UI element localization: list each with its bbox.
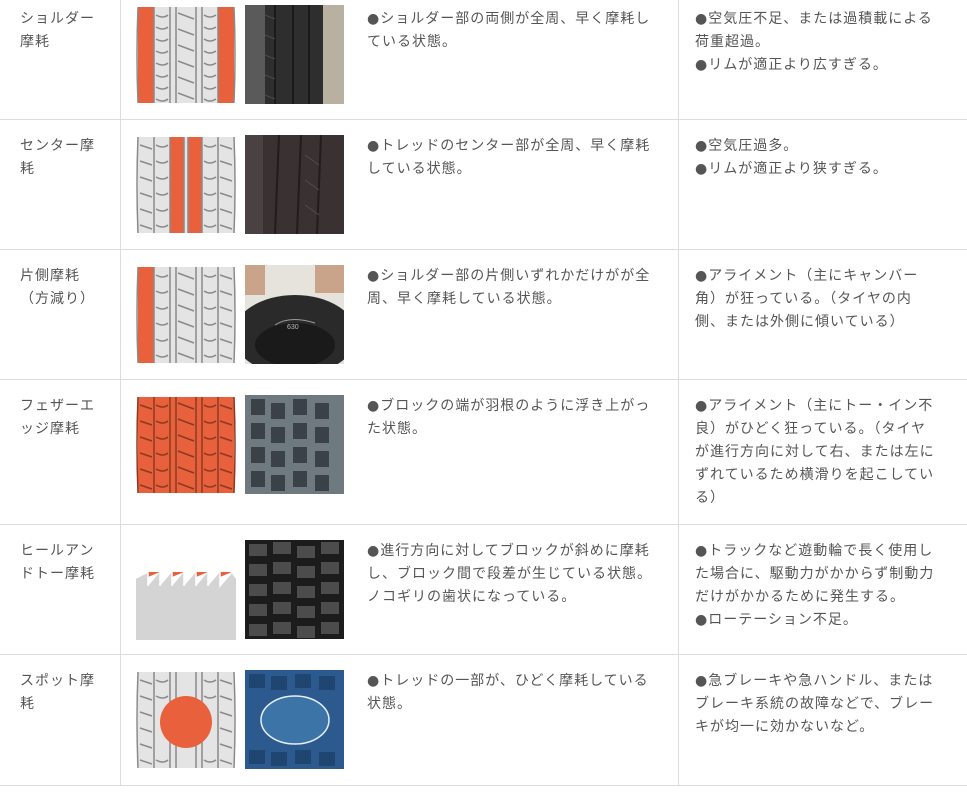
column-divider [120,250,121,380]
svg-text:630: 630 [287,324,299,331]
column-divider [678,655,679,786]
column-divider [120,525,121,655]
column-divider [678,250,679,380]
wear-type-name: センター摩 耗 [20,138,95,177]
wear-type-name: ヒールアン ドトー摩耗 [20,543,95,582]
wear-cause: ●空気圧過多。 ●リムが適正より狭すぎる。 [695,138,888,177]
wear-description: ●ブロックの端が羽根のように浮き上がっ た状態。 [367,398,651,437]
heel-toe-diagram-icon [136,540,236,640]
column-divider [120,0,121,120]
center-wear-tire-photo [245,135,344,234]
wear-description: ●トレッドの一部が、ひどく摩耗している 状態。 [367,673,649,712]
shoulder-wear-tire-photo [245,5,344,104]
column-divider [678,0,679,120]
feather-edge-diagram-icon [136,395,236,495]
column-divider [678,120,679,250]
feather-edge-tire-photo [245,395,344,494]
one-side-wear-diagram-icon [136,265,236,365]
spot-wear-tire-photo [245,670,344,769]
shoulder-wear-diagram-icon [136,5,236,105]
wear-type-name: 片側摩耗 （方減り） [20,268,95,307]
one-side-wear-tire-photo: 630 [245,265,344,364]
column-divider [120,655,121,786]
wear-description: ●ショルダー部の両側が全周、早く摩耗し ている状態。 [367,11,651,50]
column-divider [120,380,121,525]
center-wear-diagram-icon [136,135,236,235]
table-row: フェザーエ ッジ摩耗 ●ブロックの端が羽根のように浮き上がっ た状態。 ●アライ… [0,380,967,525]
heel-toe-tire-photo [245,540,344,639]
wear-description: ●トレッドのセンター部が全周、早く摩耗 している状態。 [367,138,651,177]
wear-description: ●進行方向に対してブロックが斜めに摩耗 し、ブロック間で段差が生じている状態。 … [367,543,652,605]
wear-type-name: スポット摩 耗 [20,673,95,712]
wear-cause: ●急ブレーキや急ハンドル、または ブレーキ系統の故障などで、ブレー キが均一に効… [695,673,935,735]
table-row: ヒールアン ドトー摩耗 ●進行方向に対してブロックが斜めに摩耗 し、ブロック間で… [0,525,967,655]
wear-cause: ●アライメント（主にキャンバー 角）が狂っている。（タイヤの内 側、または外側に… [695,268,919,330]
table-row: スポット摩 耗 ●トレッドの一部が、ひどく摩耗している 状態。 ●急ブレーキや急… [0,655,967,786]
column-divider [120,120,121,250]
wear-cause: ●アライメント（主にトー・イン不 良）がひどく狂っている。（タイヤ が進行方向に… [695,398,935,506]
table-row: センター摩 耗 ●トレッドのセンター部が全周、早く摩耗 している状態。 ●空気圧… [0,120,967,250]
table-row: ショルダー 摩耗 ●ショルダー部の両側が全周、早く摩耗し ている状態。 ●空気圧… [0,0,967,120]
spot-wear-diagram-icon [136,670,236,770]
wear-type-name: ショルダー 摩耗 [20,11,95,50]
wear-cause: ●空気圧不足、または過積載による 荷重超過。 ●リムが適正より広すぎる。 [695,11,933,73]
table-row: 片側摩耗 （方減り） 630 ●ショルダー部の片側いずれかだけがが全 周、早く摩… [0,250,967,380]
wear-description: ●ショルダー部の片側いずれかだけがが全 周、早く摩耗している状態。 [367,268,651,307]
wear-cause: ●トラックなど遊動輪で長く使用し た場合に、駆動力がかからず制動力 だけがかかる… [695,543,935,628]
wear-type-name: フェザーエ ッジ摩耗 [20,398,95,437]
column-divider [678,380,679,525]
column-divider [678,525,679,655]
